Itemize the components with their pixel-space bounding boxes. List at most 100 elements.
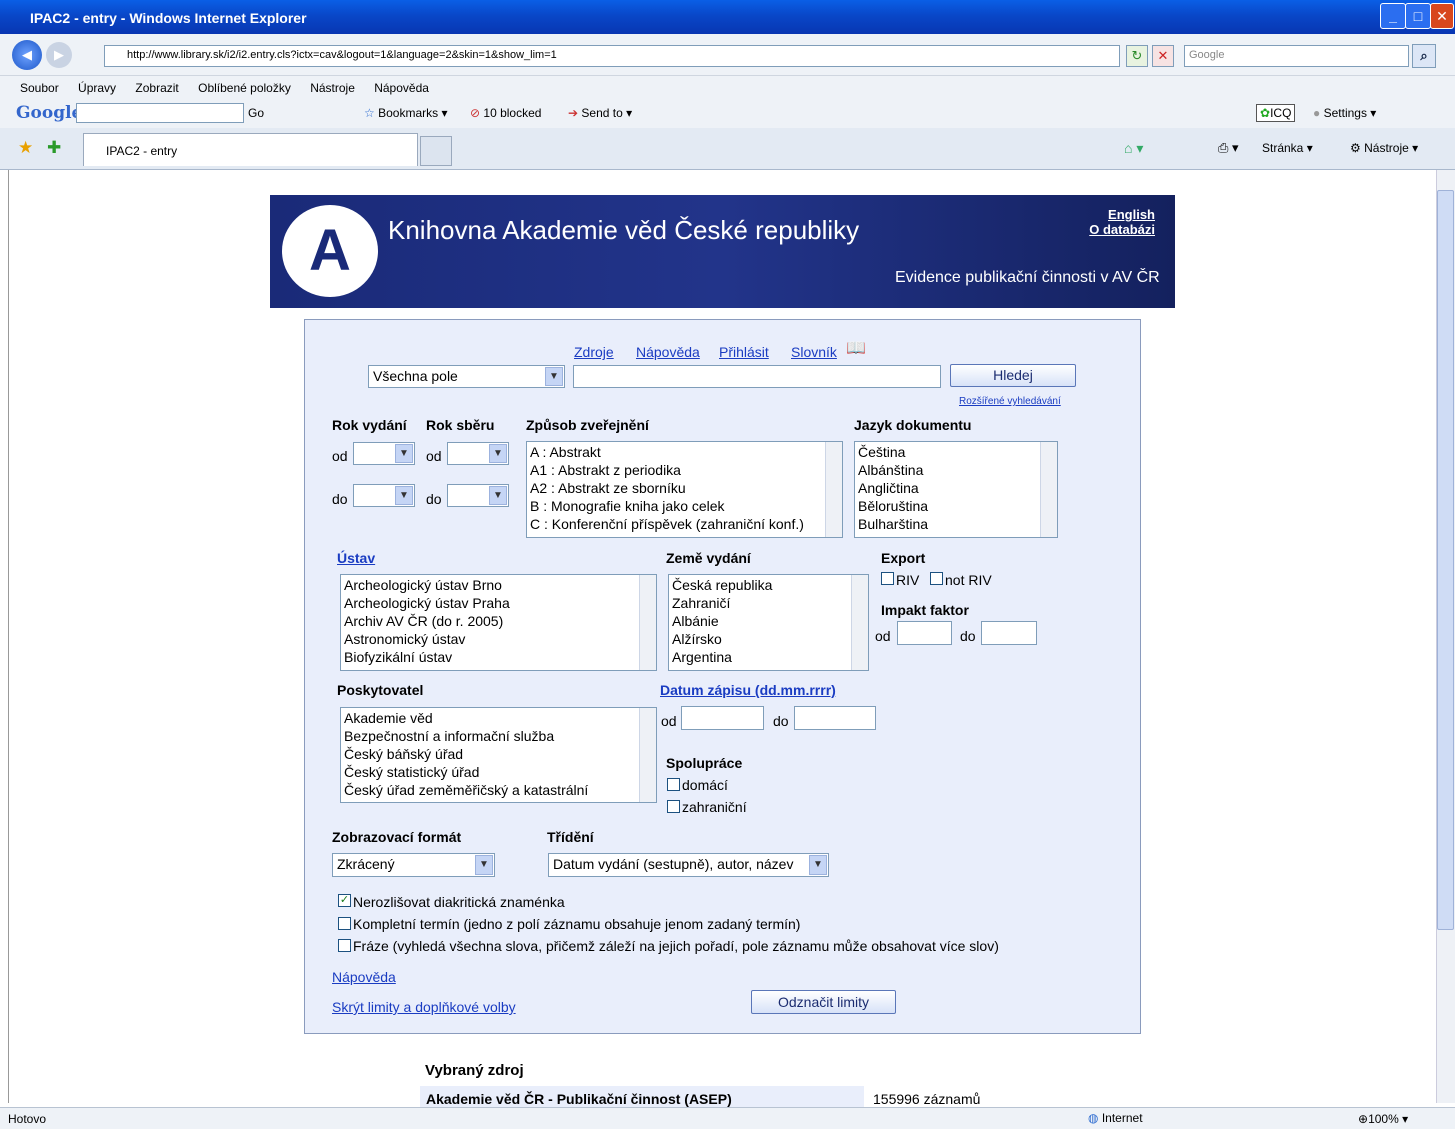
scrollbar-thumb[interactable] <box>1437 190 1454 930</box>
list-item[interactable]: Česká republika <box>672 576 868 594</box>
list-item[interactable]: Akademie věd <box>344 709 656 727</box>
list-item[interactable]: A1 : Abstrakt z periodika <box>530 461 842 479</box>
zoom-control[interactable]: ⊕100% ▾ <box>1358 1112 1408 1126</box>
list-item[interactable]: Angličtina <box>858 479 1057 497</box>
napoveda-link[interactable]: Nápověda <box>636 344 700 360</box>
listbox-scrollbar[interactable] <box>639 708 656 802</box>
close-button[interactable]: ✕ <box>1430 3 1454 29</box>
hledej-button[interactable]: Hledej <box>950 364 1076 387</box>
menu-item-view[interactable]: Zobrazit <box>135 81 178 95</box>
book-icon[interactable]: 📖 <box>846 338 866 358</box>
listbox-scrollbar[interactable] <box>1040 442 1057 537</box>
zdroje-link[interactable]: Zdroje <box>574 344 614 360</box>
new-tab-button[interactable] <box>420 136 452 166</box>
list-item[interactable]: A : Abstrakt <box>530 443 842 461</box>
rok-sberu-od-select[interactable]: ▼ <box>447 442 509 465</box>
add-favorite-icon[interactable]: ✚ <box>47 138 61 158</box>
list-item[interactable]: Albánština <box>858 461 1057 479</box>
minimize-button[interactable]: _ <box>1380 3 1406 29</box>
clear-limits-button[interactable]: Odznačit limity <box>751 990 896 1014</box>
listbox-scrollbar[interactable] <box>825 442 842 537</box>
list-item[interactable]: Bulharština <box>858 515 1057 533</box>
list-item[interactable]: C : Konferenční příspěvek (zahraniční ko… <box>530 515 842 533</box>
format-select[interactable]: Zkrácený ▼ <box>332 853 495 877</box>
settings-button[interactable]: ● Settings ▾ <box>1313 106 1376 120</box>
datum-do-input[interactable] <box>794 706 876 730</box>
impakt-od-input[interactable] <box>897 621 952 645</box>
fraze-checkbox[interactable] <box>338 939 351 952</box>
stop-icon[interactable]: ✕ <box>1152 45 1174 67</box>
menu-item-favorites[interactable]: Oblíbené položky <box>198 81 291 95</box>
list-item[interactable]: Archeologický ústav Brno <box>344 576 656 594</box>
rok-vydani-do-select[interactable]: ▼ <box>353 484 415 507</box>
google-go-button[interactable]: Go <box>248 106 264 120</box>
list-item[interactable]: Čeština <box>858 443 1057 461</box>
print-icon[interactable]: ⎙ ▾ <box>1218 140 1239 156</box>
page-menu[interactable]: Stránka ▾ <box>1262 141 1313 155</box>
forward-icon[interactable]: ▶ <box>46 42 72 68</box>
list-item[interactable]: Český úřad zeměměřičský a katastrální <box>344 781 656 799</box>
ustav-link[interactable]: Ústav <box>337 550 375 566</box>
jazyk-listbox[interactable]: Čeština Albánština Angličtina Běloruštin… <box>854 441 1058 538</box>
menu-item-edit[interactable]: Úpravy <box>78 81 116 95</box>
domaci-checkbox[interactable] <box>667 778 680 791</box>
tools-menu[interactable]: ⚙ Nástroje ▾ <box>1350 141 1418 155</box>
list-item[interactable]: Biofyzikální ústav <box>344 648 656 666</box>
list-item[interactable]: A2 : Abstrakt ze sborníku <box>530 479 842 497</box>
listbox-scrollbar[interactable] <box>639 575 656 670</box>
english-link[interactable]: English <box>1108 207 1155 222</box>
search-query-input[interactable] <box>573 365 941 388</box>
riv-checkbox[interactable] <box>881 572 894 585</box>
menu-item-file[interactable]: Soubor <box>20 81 59 95</box>
listbox-scrollbar[interactable] <box>851 575 868 670</box>
rok-sberu-do-select[interactable]: ▼ <box>447 484 509 507</box>
favorites-star-icon[interactable]: ★ <box>18 138 33 158</box>
not-riv-checkbox[interactable] <box>930 572 943 585</box>
list-item[interactable]: Astronomický ústav <box>344 630 656 648</box>
datum-zapisu-link[interactable]: Datum zápisu (dd.mm.rrrr) <box>660 682 836 698</box>
ustav-listbox[interactable]: Archeologický ústav Brno Archeologický ú… <box>340 574 657 671</box>
list-item[interactable]: Albánie <box>672 612 868 630</box>
about-database-link[interactable]: O databázi <box>1089 222 1155 237</box>
list-item[interactable]: Alžírsko <box>672 630 868 648</box>
datum-od-input[interactable] <box>681 706 764 730</box>
slovnik-link[interactable]: Slovník <box>791 344 837 360</box>
diakritika-checkbox[interactable]: ✓ <box>338 894 351 907</box>
advanced-search-link[interactable]: Rozšířené vyhledávání <box>959 396 1061 407</box>
zeme-listbox[interactable]: Česká republika Zahraničí Albánie Alžírs… <box>668 574 869 671</box>
kompletni-checkbox[interactable] <box>338 917 351 930</box>
list-item[interactable]: Běloruština <box>858 497 1057 515</box>
home-icon[interactable]: ⌂ ▾ <box>1124 140 1143 157</box>
maximize-button[interactable]: □ <box>1405 3 1431 29</box>
field-select[interactable]: Všechna pole ▼ <box>368 365 565 388</box>
search-icon[interactable]: ⌕ <box>1412 44 1436 68</box>
google-search-input[interactable] <box>76 103 244 123</box>
refresh-icon[interactable]: ↻ <box>1126 45 1148 67</box>
hide-limits-link[interactable]: Skrýt limity a doplňkové volby <box>332 999 516 1015</box>
impakt-do-input[interactable] <box>981 621 1037 645</box>
icq-button[interactable]: ✿ICQ <box>1256 104 1296 122</box>
trideni-select[interactable]: Datum vydání (sestupně), autor, název ▼ <box>548 853 829 877</box>
selected-source-row[interactable]: Akademie věd ČR - Publikační činnost (AS… <box>420 1086 864 1107</box>
menu-item-help[interactable]: Nápověda <box>374 81 429 95</box>
address-bar[interactable]: http://www.library.sk/i2/i2.entry.cls?ic… <box>104 45 1120 67</box>
poskytovatel-listbox[interactable]: Akademie věd Bezpečnostní a informační s… <box>340 707 657 803</box>
list-item[interactable]: Český báňský úřad <box>344 745 656 763</box>
zahranicni-checkbox[interactable] <box>667 800 680 813</box>
list-item[interactable]: Zahraničí <box>672 594 868 612</box>
search-box[interactable]: Google <box>1184 45 1409 67</box>
rok-vydani-od-select[interactable]: ▼ <box>353 442 415 465</box>
tab-ipac2-entry[interactable]: IPAC2 - entry <box>83 133 418 166</box>
list-item[interactable]: Argentina <box>672 648 868 666</box>
list-item[interactable]: Archiv AV ČR (do r. 2005) <box>344 612 656 630</box>
prihlasit-link[interactable]: Přihlásit <box>719 344 769 360</box>
napoveda-bottom-link[interactable]: Nápověda <box>332 969 396 985</box>
list-item[interactable]: Bezpečnostní a informační služba <box>344 727 656 745</box>
list-item[interactable]: Archeologický ústav Praha <box>344 594 656 612</box>
list-item[interactable]: Český statistický úřad <box>344 763 656 781</box>
send-to-button[interactable]: ➔ Send to ▾ <box>568 106 632 120</box>
list-item[interactable]: B : Monografie kniha jako celek <box>530 497 842 515</box>
back-icon[interactable]: ◀ <box>12 40 42 70</box>
bookmarks-button[interactable]: ☆ Bookmarks ▾ <box>364 106 448 120</box>
popup-blocker[interactable]: ⊘ 10 blocked <box>470 106 541 120</box>
